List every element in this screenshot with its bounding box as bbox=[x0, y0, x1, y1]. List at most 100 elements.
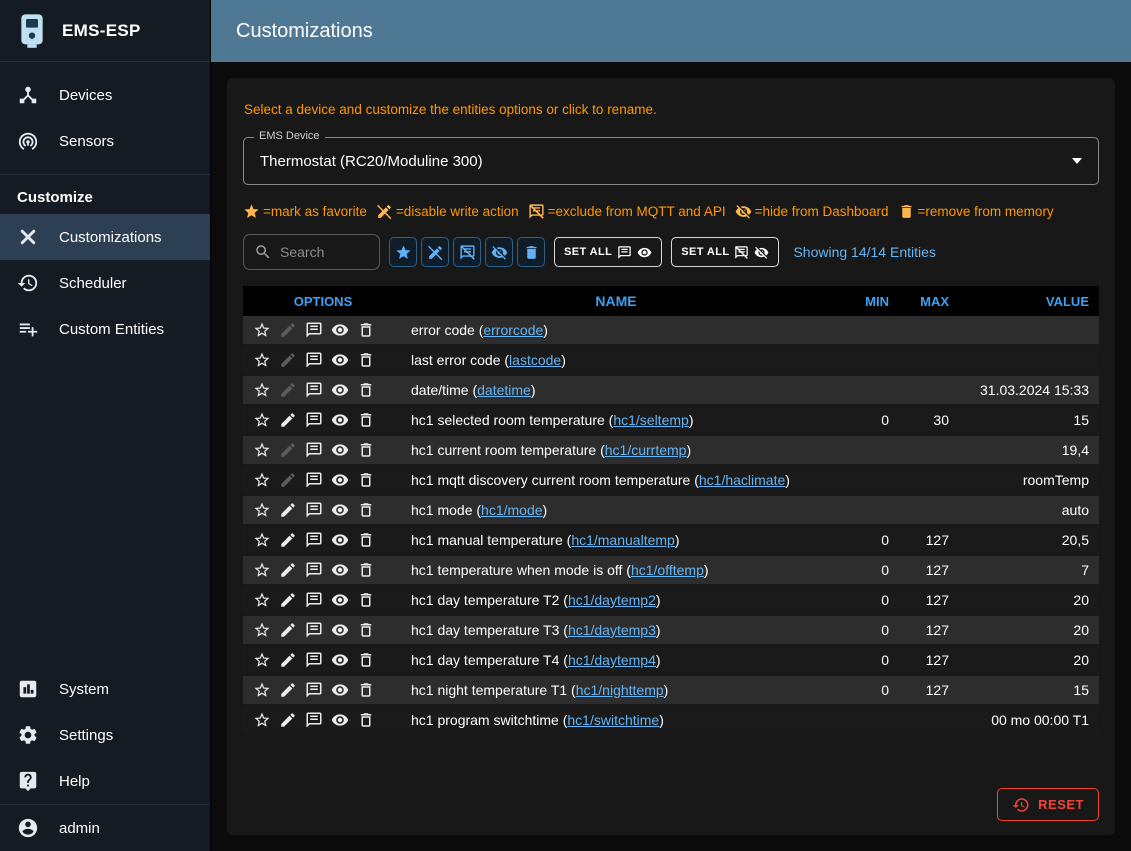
entity-shortname-link[interactable]: errorcode bbox=[483, 322, 543, 338]
delete-button[interactable] bbox=[353, 557, 379, 583]
visibility-button[interactable] bbox=[327, 617, 353, 643]
filter-exclude-mqtt-button[interactable] bbox=[453, 237, 481, 267]
delete-button[interactable] bbox=[353, 317, 379, 343]
exclude-mqtt-button[interactable] bbox=[301, 617, 327, 643]
set-all-exclude-button[interactable]: SET ALL bbox=[671, 237, 779, 267]
edit-button[interactable] bbox=[275, 557, 301, 583]
filter-disable-write-button[interactable] bbox=[421, 237, 449, 267]
exclude-mqtt-button[interactable] bbox=[301, 467, 327, 493]
visibility-button[interactable] bbox=[327, 377, 353, 403]
exclude-mqtt-button[interactable] bbox=[301, 677, 327, 703]
delete-button[interactable] bbox=[353, 467, 379, 493]
favorite-star-button[interactable] bbox=[249, 617, 275, 643]
exclude-mqtt-button[interactable] bbox=[301, 587, 327, 613]
entity-shortname-link[interactable]: hc1/manualtemp bbox=[571, 532, 675, 548]
favorite-star-button[interactable] bbox=[249, 437, 275, 463]
favorite-star-button[interactable] bbox=[249, 377, 275, 403]
sidebar-item-devices[interactable]: Devices bbox=[0, 72, 210, 118]
delete-button[interactable] bbox=[353, 407, 379, 433]
exclude-mqtt-button[interactable] bbox=[301, 347, 327, 373]
edit-button[interactable] bbox=[275, 677, 301, 703]
edit-button[interactable] bbox=[275, 617, 301, 643]
favorite-star-button[interactable] bbox=[249, 347, 275, 373]
favorite-star-button[interactable] bbox=[249, 557, 275, 583]
exclude-mqtt-button[interactable] bbox=[301, 407, 327, 433]
sidebar-item-custom-entities[interactable]: Custom Entities bbox=[0, 306, 210, 352]
entity-shortname-link[interactable]: datetime bbox=[477, 382, 531, 398]
favorite-star-button[interactable] bbox=[249, 317, 275, 343]
filter-favorite-button[interactable] bbox=[389, 237, 417, 267]
delete-button[interactable] bbox=[353, 377, 379, 403]
entity-shortname-link[interactable]: hc1/haclimate bbox=[699, 472, 785, 488]
favorite-star-button[interactable] bbox=[249, 647, 275, 673]
visibility-button[interactable] bbox=[327, 677, 353, 703]
entity-shortname-link[interactable]: hc1/daytemp3 bbox=[568, 622, 656, 638]
visibility-button[interactable] bbox=[327, 587, 353, 613]
edit-button[interactable] bbox=[275, 527, 301, 553]
entity-shortname-link[interactable]: hc1/daytemp4 bbox=[568, 652, 656, 668]
exclude-mqtt-button[interactable] bbox=[301, 497, 327, 523]
visibility-button[interactable] bbox=[327, 437, 353, 463]
sidebar-item-settings[interactable]: Settings bbox=[0, 712, 210, 758]
sidebar-item-help[interactable]: Help bbox=[0, 758, 210, 804]
sidebar-item-system[interactable]: System bbox=[0, 666, 210, 712]
entity-shortname-link[interactable]: hc1/offtemp bbox=[631, 562, 704, 578]
filter-delete-button[interactable] bbox=[517, 237, 545, 267]
edit-button[interactable] bbox=[275, 497, 301, 523]
visibility-button[interactable] bbox=[327, 647, 353, 673]
exclude-mqtt-button[interactable] bbox=[301, 707, 327, 733]
exclude-mqtt-button[interactable] bbox=[301, 527, 327, 553]
favorite-star-button[interactable] bbox=[249, 587, 275, 613]
reset-button[interactable]: RESET bbox=[997, 788, 1099, 821]
visibility-button[interactable] bbox=[327, 467, 353, 493]
entity-shortname-link[interactable]: hc1/currtemp bbox=[605, 442, 687, 458]
delete-button[interactable] bbox=[353, 707, 379, 733]
entity-shortname-link[interactable]: hc1/switchtime bbox=[567, 712, 659, 728]
entity-shortname-link[interactable]: lastcode bbox=[509, 352, 561, 368]
edit-button[interactable] bbox=[275, 437, 301, 463]
exclude-mqtt-button[interactable] bbox=[301, 557, 327, 583]
entity-shortname-link[interactable]: hc1/seltemp bbox=[613, 412, 688, 428]
visibility-button[interactable] bbox=[327, 347, 353, 373]
edit-button[interactable] bbox=[275, 347, 301, 373]
favorite-star-button[interactable] bbox=[249, 497, 275, 523]
sidebar-item-admin[interactable]: admin bbox=[0, 805, 210, 851]
edit-button[interactable] bbox=[275, 317, 301, 343]
delete-button[interactable] bbox=[353, 347, 379, 373]
exclude-mqtt-button[interactable] bbox=[301, 317, 327, 343]
delete-button[interactable] bbox=[353, 587, 379, 613]
edit-button[interactable] bbox=[275, 587, 301, 613]
ems-device-select[interactable]: EMS Device Thermostat (RC20/Moduline 300… bbox=[243, 137, 1099, 185]
visibility-button[interactable] bbox=[327, 407, 353, 433]
delete-button[interactable] bbox=[353, 647, 379, 673]
favorite-star-button[interactable] bbox=[249, 467, 275, 493]
exclude-mqtt-button[interactable] bbox=[301, 377, 327, 403]
visibility-button[interactable] bbox=[327, 707, 353, 733]
visibility-button[interactable] bbox=[327, 527, 353, 553]
edit-button[interactable] bbox=[275, 467, 301, 493]
exclude-mqtt-button[interactable] bbox=[301, 647, 327, 673]
delete-button[interactable] bbox=[353, 617, 379, 643]
delete-button[interactable] bbox=[353, 497, 379, 523]
sidebar-item-sensors[interactable]: Sensors bbox=[0, 118, 210, 164]
delete-button[interactable] bbox=[353, 527, 379, 553]
edit-button[interactable] bbox=[275, 407, 301, 433]
delete-button[interactable] bbox=[353, 437, 379, 463]
favorite-star-button[interactable] bbox=[249, 707, 275, 733]
visibility-button[interactable] bbox=[327, 557, 353, 583]
visibility-button[interactable] bbox=[327, 317, 353, 343]
entity-shortname-link[interactable]: hc1/daytemp2 bbox=[568, 592, 656, 608]
entity-shortname-link[interactable]: hc1/nighttemp bbox=[576, 682, 664, 698]
favorite-star-button[interactable] bbox=[249, 677, 275, 703]
delete-button[interactable] bbox=[353, 677, 379, 703]
sidebar-item-scheduler[interactable]: Scheduler bbox=[0, 260, 210, 306]
visibility-button[interactable] bbox=[327, 497, 353, 523]
entity-shortname-link[interactable]: hc1/mode bbox=[481, 502, 542, 518]
sidebar-item-customizations[interactable]: Customizations bbox=[0, 214, 210, 260]
edit-button[interactable] bbox=[275, 707, 301, 733]
search-input[interactable] bbox=[280, 244, 362, 260]
edit-button[interactable] bbox=[275, 377, 301, 403]
exclude-mqtt-button[interactable] bbox=[301, 437, 327, 463]
edit-button[interactable] bbox=[275, 647, 301, 673]
favorite-star-button[interactable] bbox=[249, 527, 275, 553]
